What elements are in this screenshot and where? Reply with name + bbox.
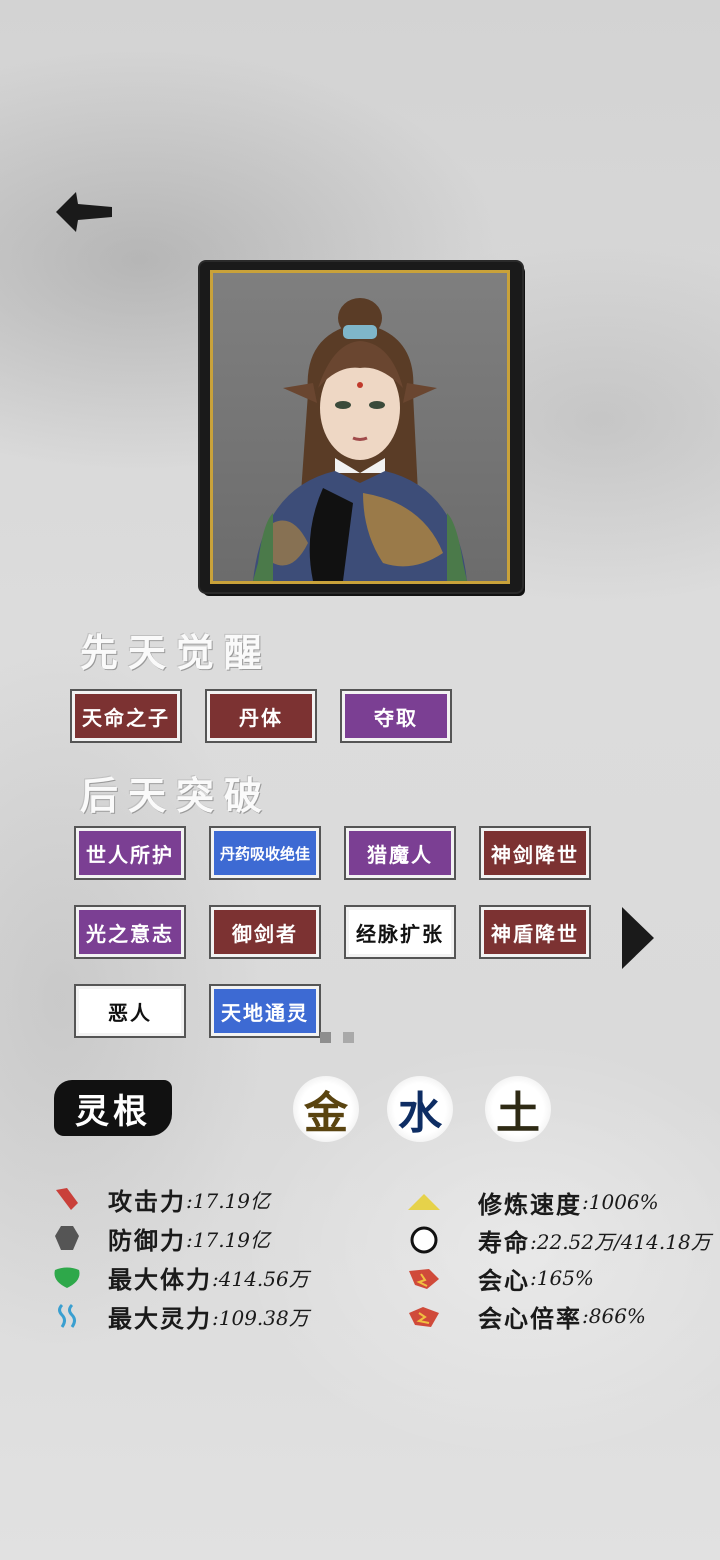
element-label: 土 [496,1088,540,1139]
stat-value: :165% [530,1266,594,1290]
stat-critical: 会心 :165% [406,1260,594,1296]
acquired-tag[interactable]: 神盾降世 [479,905,591,959]
pagination-dots [320,1032,354,1043]
page-dot-active[interactable] [320,1032,331,1043]
element-water: 水 [387,1076,453,1142]
acquired-tag[interactable]: 世人所护 [74,826,186,880]
acquired-tag[interactable]: 光之意志 [74,905,186,959]
stat-label: 会心倍率 [478,1303,582,1333]
stat-value: :109.38万 [212,1305,309,1330]
stat-cultivation-speed: 修炼速度 :1006% [406,1184,659,1220]
stat-max-spirit: 最大灵力 :109.38万 [52,1298,309,1334]
element-earth: 土 [485,1076,551,1142]
innate-tag[interactable]: 夺取 [340,689,452,743]
stat-attack: 攻击力 :17.19亿 [52,1181,270,1217]
stat-value: :17.19亿 [186,1188,270,1213]
critical-rate-icon [406,1301,442,1331]
shield-icon [52,1223,82,1253]
page-dot[interactable] [343,1032,354,1043]
stat-value: :414.56万 [212,1266,309,1291]
character-portrait [210,270,510,584]
acquired-tag[interactable]: 经脉扩张 [344,905,456,959]
element-label: 水 [398,1088,442,1139]
cultivation-icon [406,1187,442,1217]
stat-value: :866% [582,1304,646,1328]
stat-lifespan: 寿命 :22.52万/414.18万 [406,1222,711,1258]
character-portrait-frame [200,262,522,592]
stat-label: 防御力 [108,1225,186,1255]
acquired-tag[interactable]: 丹药吸收绝佳 [209,826,321,880]
innate-tag[interactable]: 丹体 [205,689,317,743]
stat-label: 最大体力 [108,1264,212,1294]
spirit-icon [52,1301,82,1331]
stat-label: 寿命 [478,1227,530,1257]
stat-label: 最大灵力 [108,1303,212,1333]
back-arrow-icon[interactable] [52,190,114,234]
acquired-tag[interactable]: 天地通灵 [209,984,321,1038]
health-icon [52,1262,82,1292]
spirit-root-title: 灵根 [54,1080,172,1136]
lifespan-icon [406,1225,442,1255]
stat-label: 会心 [478,1265,530,1295]
stat-label: 修炼速度 [478,1189,582,1219]
stat-value: :1006% [582,1190,659,1214]
acquired-tag[interactable]: 神剑降世 [479,826,591,880]
stat-max-health: 最大体力 :414.56万 [52,1259,309,1295]
stat-defense: 防御力 :17.19亿 [52,1220,270,1256]
stat-value: :22.52万/414.18万 [530,1229,711,1254]
next-page-arrow-icon[interactable] [620,905,656,971]
innate-awakening-title: 先天觉醒 [80,630,273,675]
critical-icon [406,1263,442,1293]
acquired-tag[interactable]: 御剑者 [209,905,321,959]
element-metal: 金 [293,1076,359,1142]
acquired-tag[interactable]: 恶人 [74,984,186,1038]
acquired-breakthrough-title: 后天突破 [80,773,273,818]
stat-critical-rate: 会心倍率 :866% [406,1298,646,1334]
sword-icon [52,1184,82,1214]
element-label: 金 [304,1088,348,1139]
stat-label: 攻击力 [108,1186,186,1216]
innate-tag[interactable]: 天命之子 [70,689,182,743]
acquired-tag[interactable]: 猎魔人 [344,826,456,880]
stat-value: :17.19亿 [186,1227,270,1252]
